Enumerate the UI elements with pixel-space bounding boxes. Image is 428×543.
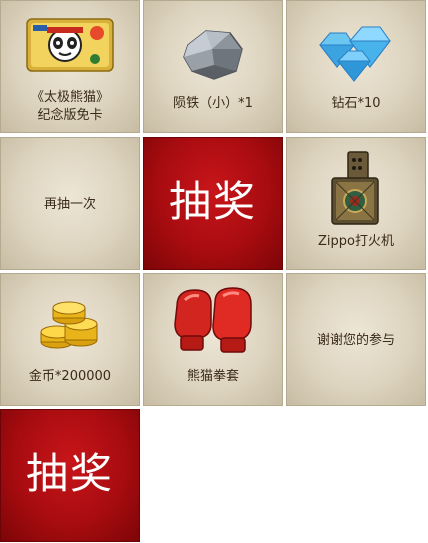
coins-icon	[40, 301, 98, 349]
prize-label-diamond: 钻石*10	[331, 96, 381, 111]
prize-label-meteorite: 陨铁（小）*1	[173, 96, 253, 111]
rock-icon	[183, 30, 243, 80]
center-draw-label: 抽奖	[168, 177, 257, 226]
draw-button[interactable]: 抽奖	[0, 409, 140, 542]
prize-tile-gold: 金币*200000	[0, 273, 140, 406]
diamond-icon	[318, 26, 392, 82]
prize-label-gold: 金币*200000	[28, 369, 112, 384]
prize-label-card-line2: 纪念版免卡	[37, 108, 103, 123]
prize-label-thanks: 谢谢您的参与	[316, 333, 395, 348]
prize-label-redraw: 再抽一次	[43, 197, 96, 212]
prize-tile-diamond: 钻石*10	[286, 0, 426, 133]
prize-tile-gloves: 熊猫拳套	[143, 273, 283, 406]
draw-button-label: 抽奖	[25, 449, 114, 498]
prize-tile-zippo: Zippo打火机	[286, 137, 426, 270]
lottery-grid: 《太极熊猫》 纪念版免卡 陨铁（小）*1 钻石*10 再抽一次 抽奖 Zippo…	[0, 0, 428, 408]
prize-label-card-line1: 《太极熊猫》	[30, 90, 109, 105]
prize-label-gloves: 熊猫拳套	[186, 369, 239, 384]
center-draw-tile[interactable]: 抽奖	[143, 137, 283, 270]
prize-tile-thanks: 谢谢您的参与	[286, 273, 426, 406]
prize-tile-meteorite: 陨铁（小）*1	[143, 0, 283, 133]
card-icon	[26, 18, 114, 72]
lighter-icon	[331, 151, 379, 225]
prize-label-zippo: Zippo打火机	[318, 234, 394, 249]
boxing-gloves-icon	[174, 287, 252, 353]
prize-tile-card: 《太极熊猫》 纪念版免卡	[0, 0, 140, 133]
prize-tile-redraw: 再抽一次	[0, 137, 140, 270]
